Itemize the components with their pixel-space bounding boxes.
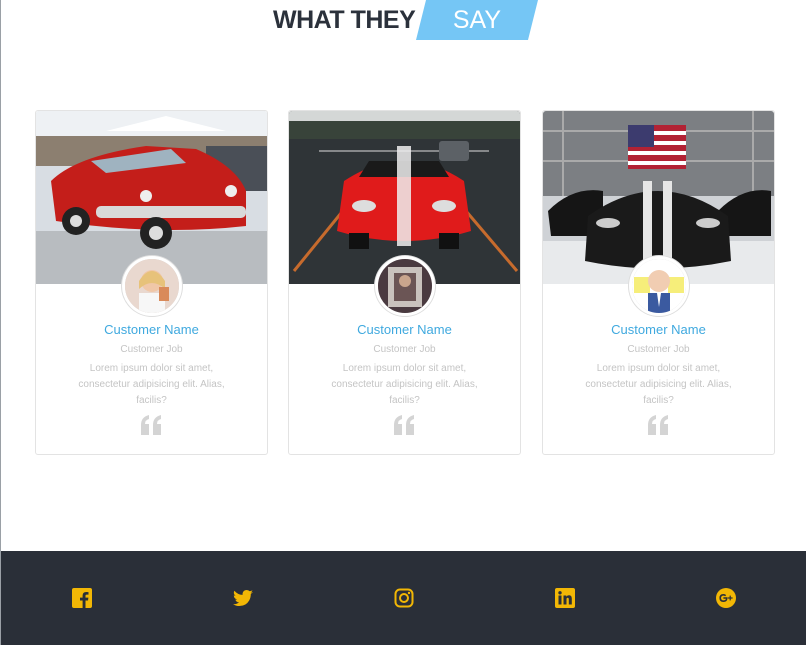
testimonial-text: Lorem ipsum dolor sit amet, consectetur …: [331, 363, 478, 406]
quote-icon: [141, 415, 161, 435]
testimonial-card: Customer Name Customer Job Lorem ipsum d…: [542, 110, 775, 455]
twitter-icon[interactable]: [233, 588, 253, 608]
heading-highlight: SAY: [453, 5, 502, 34]
customer-name: Customer Name: [104, 322, 199, 337]
footer: [1, 551, 806, 645]
testimonial-text: Lorem ipsum dolor sit amet, consectetur …: [78, 363, 225, 406]
customer-name: Customer Name: [611, 322, 706, 337]
customer-avatar: [122, 256, 182, 316]
testimonial-text: Lorem ipsum dolor sit amet, consectetur …: [585, 363, 732, 406]
quote-icon: [648, 415, 668, 435]
customer-job: Customer Job: [627, 344, 690, 355]
customer-job: Customer Job: [373, 344, 436, 355]
testimonial-card: Customer Name Customer Job Lorem ipsum d…: [288, 110, 521, 455]
heading-badge: SAY: [416, 0, 539, 40]
heading-main: WHAT THEY: [273, 5, 416, 34]
customer-name: Customer Name: [357, 322, 452, 337]
customer-avatar: [375, 256, 435, 316]
section-heading: WHAT THEY SAY: [273, 0, 539, 40]
customer-avatar: [629, 256, 689, 316]
google-plus-icon[interactable]: [716, 588, 736, 608]
testimonial-card: Customer Name Customer Job Lorem ipsum d…: [35, 110, 268, 455]
customer-job: Customer Job: [120, 344, 183, 355]
instagram-icon[interactable]: [394, 588, 414, 608]
facebook-icon[interactable]: [72, 588, 92, 608]
quote-icon: [394, 415, 414, 435]
linkedin-icon[interactable]: [555, 588, 575, 608]
